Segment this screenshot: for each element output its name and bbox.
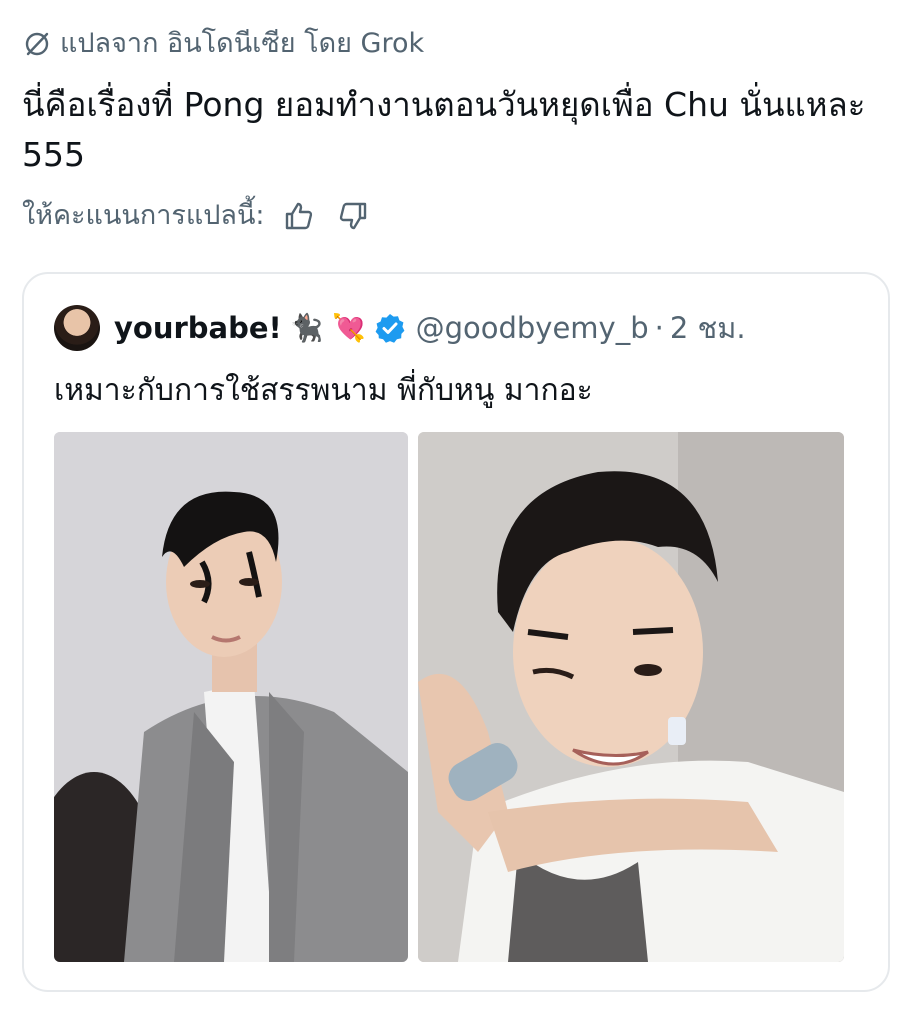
photo-grey-suit-image bbox=[54, 432, 408, 962]
photo-white-tshirt-image bbox=[418, 432, 844, 962]
tweet-page: แปลจาก อินโดนีเซีย โดย Grok นี่คือเรื่อง… bbox=[0, 0, 910, 1024]
display-name[interactable]: yourbabe! bbox=[114, 311, 282, 345]
avatar[interactable] bbox=[54, 305, 100, 351]
tweet-text: นี่คือเรื่องที่ Pong ยอมทำงานตอนวันหยุดเ… bbox=[22, 85, 866, 174]
separator-dot: · bbox=[654, 311, 664, 345]
translation-attribution[interactable]: แปลจาก อินโดนีเซีย โดย Grok bbox=[22, 26, 424, 62]
name-emojis: 🐈‍⬛ 💘 bbox=[289, 313, 366, 344]
translate-icon bbox=[25, 32, 49, 56]
photo-man-grey-suit[interactable] bbox=[54, 432, 408, 962]
quoted-tweet[interactable]: yourbabe! 🐈‍⬛ 💘 @goodbyemy_b · 2 ชม. เหม… bbox=[22, 272, 890, 992]
user-handle[interactable]: @goodbyemy_b bbox=[416, 311, 649, 345]
photo-man-white-tshirt-wink[interactable] bbox=[418, 432, 844, 962]
quoted-tweet-header: yourbabe! 🐈‍⬛ 💘 @goodbyemy_b · 2 ชม. bbox=[54, 304, 746, 352]
timestamp[interactable]: 2 ชม. bbox=[670, 305, 746, 351]
quoted-tweet-text: เหมาะกับการใช้สรรพนาม พี่กับหนู มากอะ bbox=[54, 373, 593, 408]
thumbs-down-button[interactable] bbox=[333, 196, 373, 236]
rate-label: ให้คะแนนการแปลนี้: bbox=[22, 200, 265, 231]
thumbs-up-icon bbox=[285, 202, 312, 230]
thumbs-up-button[interactable] bbox=[279, 196, 319, 236]
verified-badge-icon bbox=[375, 314, 404, 343]
translation-label: แปลจาก อินโดนีเซีย โดย Grok bbox=[60, 28, 425, 59]
rate-translation: ให้คะแนนการแปลนี้: bbox=[22, 196, 373, 236]
thumbs-down-icon bbox=[339, 202, 366, 230]
